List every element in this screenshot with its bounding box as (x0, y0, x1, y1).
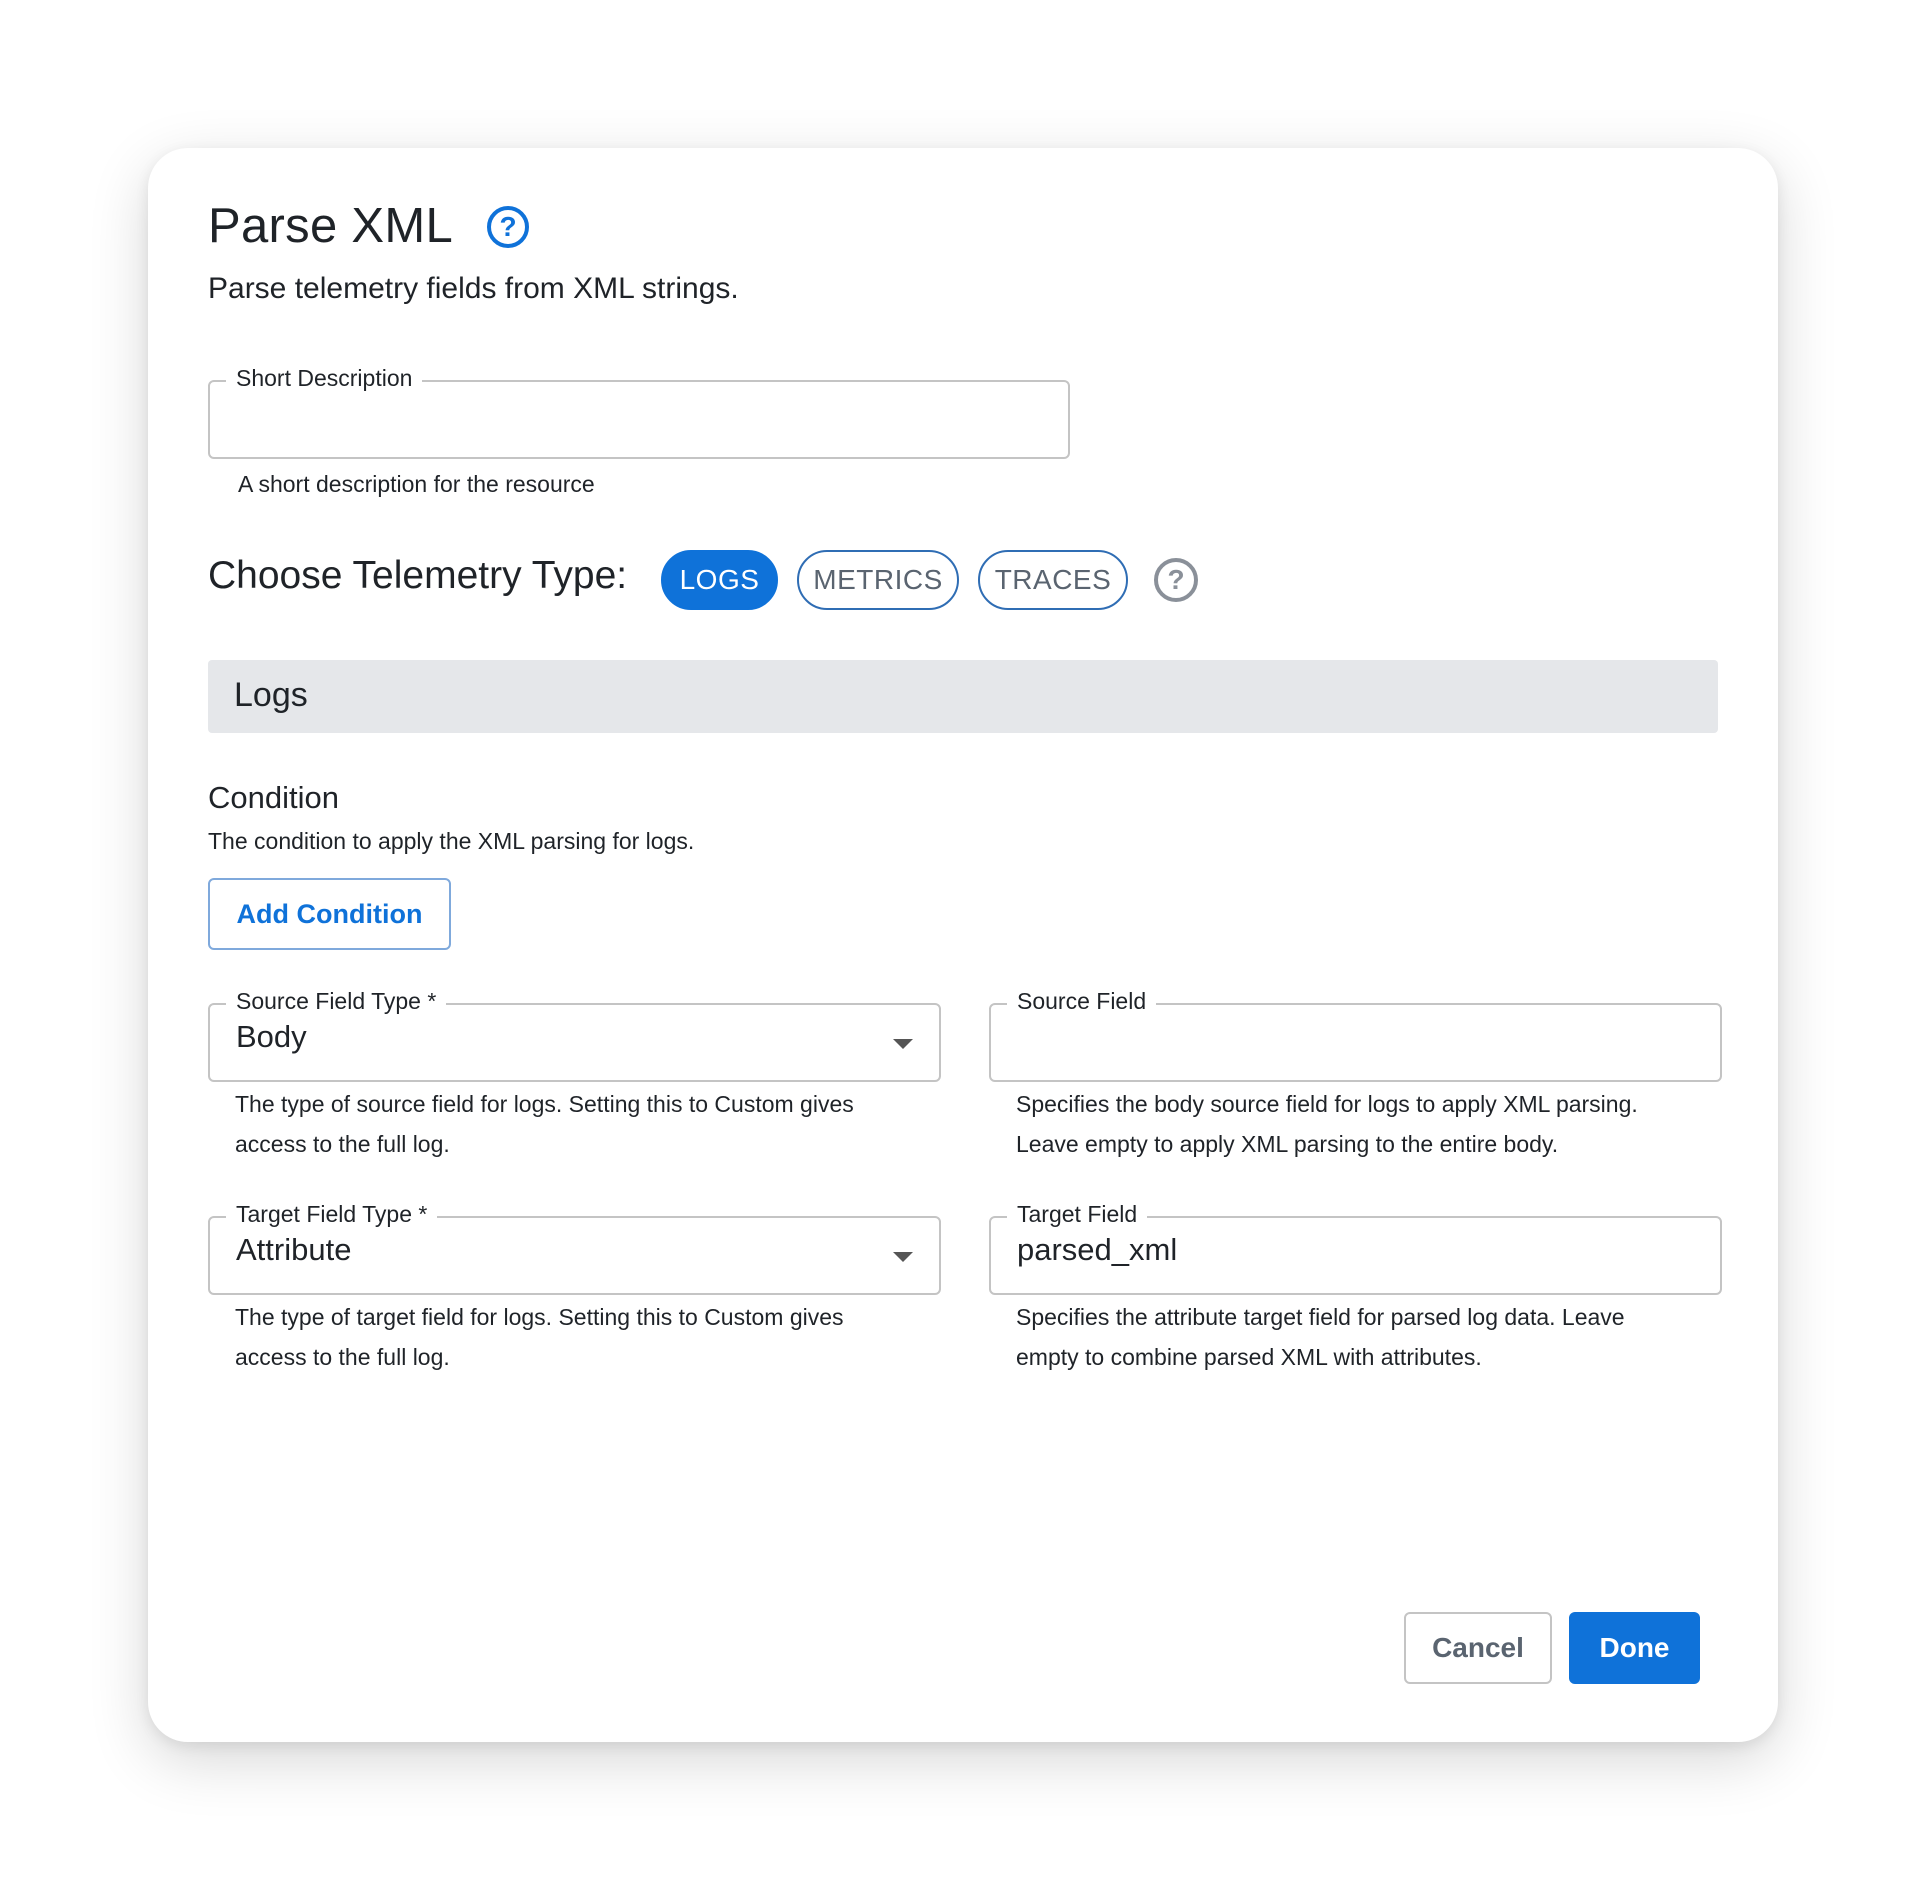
short-description-label: Short Description (226, 365, 423, 392)
telemetry-help-icon[interactable]: ? (1154, 558, 1198, 602)
source-field-type-label: Source Field Type * (226, 988, 447, 1015)
helper-line: Specifies the attribute target field for… (1016, 1304, 1625, 1330)
helper-line: Specifies the body source field for logs… (1016, 1091, 1638, 1117)
done-button[interactable]: Done (1569, 1612, 1700, 1684)
source-field-type-select[interactable]: Source Field Type * Body (208, 988, 941, 1082)
helper-line: The type of target field for logs. Setti… (235, 1304, 844, 1330)
telemetry-type-label: Choose Telemetry Type: (208, 554, 628, 597)
target-field-type-label: Target Field Type * (226, 1201, 438, 1228)
target-field-input[interactable]: Target Field parsed_xml (989, 1201, 1722, 1295)
source-field-helper: Specifies the body source field for logs… (1016, 1084, 1638, 1164)
helper-line: access to the full log. (235, 1131, 450, 1157)
target-field-value: parsed_xml (1017, 1232, 1178, 1267)
logs-section-header: Logs (208, 660, 1718, 733)
target-field-helper: Specifies the attribute target field for… (1016, 1297, 1625, 1377)
short-description-field[interactable]: Short Description (208, 365, 1070, 459)
cancel-button[interactable]: Cancel (1404, 1612, 1552, 1684)
condition-title: Condition (208, 780, 339, 815)
help-circle-icon[interactable]: ? (487, 206, 529, 248)
helper-line: access to the full log. (235, 1344, 450, 1370)
dialog-title: Parse XML (208, 199, 454, 253)
target-field-type-value: Attribute (236, 1232, 352, 1267)
source-field-type-helper: The type of source field for logs. Setti… (235, 1084, 854, 1164)
add-condition-button[interactable]: Add Condition (208, 878, 451, 950)
section-title: Logs (234, 676, 308, 714)
target-field-label: Target Field (1007, 1201, 1148, 1228)
parse-xml-dialog: Parse XML ? Parse telemetry fields from … (148, 148, 1778, 1742)
dialog-subtitle: Parse telemetry fields from XML strings. (208, 272, 739, 305)
source-field-label: Source Field (1007, 988, 1157, 1015)
helper-line: Leave empty to apply XML parsing to the … (1016, 1131, 1559, 1157)
helper-line: The type of source field for logs. Setti… (235, 1091, 854, 1117)
chip-metrics[interactable]: METRICS (797, 550, 959, 610)
chip-logs[interactable]: LOGS (661, 550, 778, 610)
helper-line: empty to combine parsed XML with attribu… (1016, 1344, 1482, 1370)
source-field-input[interactable]: Source Field (989, 988, 1722, 1082)
chevron-down-icon (893, 1039, 913, 1049)
condition-description: The condition to apply the XML parsing f… (208, 828, 695, 854)
target-field-type-select[interactable]: Target Field Type * Attribute (208, 1201, 941, 1295)
chip-traces[interactable]: TRACES (978, 550, 1128, 610)
source-field-type-value: Body (236, 1019, 307, 1054)
chevron-down-icon (893, 1252, 913, 1262)
short-description-helper: A short description for the resource (238, 471, 595, 497)
target-field-type-helper: The type of target field for logs. Setti… (235, 1297, 844, 1377)
